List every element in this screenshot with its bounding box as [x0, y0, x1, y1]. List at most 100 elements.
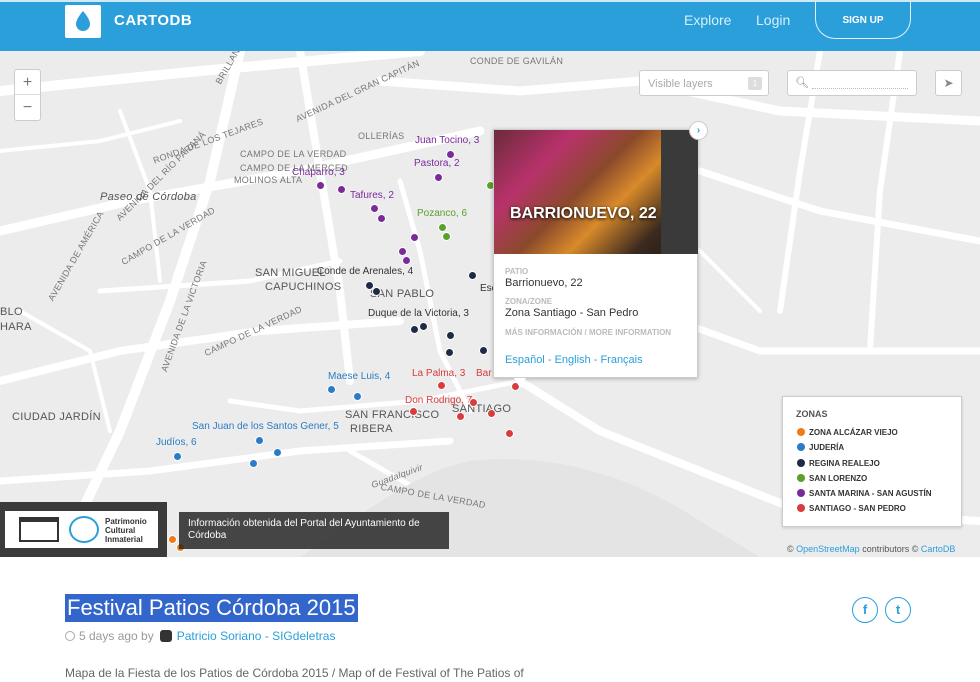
- map-marker[interactable]: [410, 325, 419, 334]
- poi-label: La Palma, 3: [412, 368, 466, 379]
- poi-label: Bar: [476, 368, 492, 379]
- info-overlay: Información obtenida del Portal del Ayun…: [179, 512, 449, 549]
- street-label: RIBERA: [350, 423, 393, 435]
- link-english[interactable]: English: [555, 354, 591, 366]
- poi-label: Judíos, 6: [156, 437, 197, 448]
- map-marker[interactable]: [479, 346, 488, 355]
- nav-login[interactable]: Login: [756, 12, 790, 28]
- author-link[interactable]: Patricio Soriano - SIGdeletras: [177, 629, 336, 643]
- legend-swatch: [797, 474, 805, 482]
- twitter-share-button[interactable]: t: [885, 597, 911, 623]
- clock-icon: [65, 631, 75, 641]
- map-marker[interactable]: [398, 247, 407, 256]
- zone-value: Zona Santiago - San Pedro: [505, 307, 639, 319]
- drop-icon: [76, 11, 90, 31]
- legend-label: SAN LORENZO: [809, 474, 868, 483]
- signup-button[interactable]: SIGN UP: [815, 2, 911, 39]
- cartodb-link[interactable]: CartoDB: [921, 544, 956, 554]
- map-marker[interactable]: [255, 436, 264, 445]
- map-marker[interactable]: [337, 185, 346, 194]
- street-label: CIUDAD JARDÍN: [12, 411, 101, 423]
- legend-item: JUDERÍA: [797, 443, 844, 452]
- openstreetmap-link[interactable]: OpenStreetMap: [796, 544, 860, 554]
- legend-item: SAN LORENZO: [797, 474, 867, 483]
- map-marker[interactable]: [446, 150, 455, 159]
- map-marker[interactable]: [469, 398, 478, 407]
- map-marker[interactable]: [402, 256, 411, 265]
- search-input[interactable]: [812, 77, 908, 89]
- paper-plane-icon: ➤: [943, 76, 954, 90]
- poi-label: Conde de Arenales, 4: [317, 266, 414, 277]
- map-marker[interactable]: [437, 381, 446, 390]
- map-marker[interactable]: [446, 331, 455, 340]
- time-ago: 5 days ago by: [79, 629, 154, 643]
- attribution-prefix: ©: [787, 544, 794, 554]
- attribution-middle: contributors ©: [862, 544, 919, 554]
- poi-label: Don Rodrigo, 7: [405, 395, 473, 406]
- cartodb-logo[interactable]: [65, 5, 101, 38]
- map-marker[interactable]: [409, 407, 418, 416]
- visible-layers-selector[interactable]: Visible layers 1: [639, 70, 769, 96]
- street-label: OLLERÍAS: [358, 131, 405, 141]
- street-label: CAMPO DE LA VERDAD: [240, 149, 347, 159]
- patio-photo: BARRIONUEVO, 22: [494, 130, 698, 254]
- map-marker[interactable]: [353, 392, 362, 401]
- map-marker[interactable]: [442, 232, 451, 241]
- map-marker[interactable]: [327, 385, 336, 394]
- poi-label: Tafures, 2: [350, 190, 394, 201]
- poi-label: Duque de la Victoria, 3: [368, 308, 469, 319]
- link-french[interactable]: Français: [600, 354, 642, 366]
- map-marker[interactable]: [410, 233, 419, 242]
- logo-text[interactable]: CARTODB: [114, 12, 192, 29]
- layers-count-badge: 1: [748, 77, 762, 90]
- page-title: Festival Patios Córdoba 2015: [65, 594, 358, 622]
- search-icon: 🔍︎: [795, 77, 809, 89]
- map-marker[interactable]: [468, 271, 477, 280]
- badge-text: Patrimonio Cultural Inmaterial: [105, 517, 147, 544]
- map-marker[interactable]: [370, 204, 379, 213]
- patio-value: Barrionuevo, 22: [505, 277, 583, 289]
- legend-item: SANTA MARINA - SAN AGUSTÍN: [797, 489, 932, 498]
- legend-swatch: [797, 459, 805, 467]
- popup-next-button[interactable]: ›: [689, 121, 708, 140]
- link-spanish[interactable]: Español: [505, 354, 545, 366]
- map-meta: 5 days ago by Patricio Soriano - SIGdelet…: [65, 629, 335, 643]
- map-marker[interactable]: [168, 535, 177, 544]
- facebook-share-button[interactable]: f: [852, 597, 878, 623]
- more-info-label: MÁS INFORMACIÓN / MORE INFORMATION: [505, 328, 672, 337]
- map-marker[interactable]: [273, 448, 282, 457]
- avatar[interactable]: [159, 630, 172, 642]
- zoom-in-button[interactable]: +: [15, 70, 40, 95]
- poi-label: San Juan de los Santos Gener, 5: [192, 421, 339, 432]
- map-marker[interactable]: [434, 173, 443, 182]
- legend-item: REGINA REALEJO: [797, 459, 880, 468]
- map-marker[interactable]: [487, 409, 496, 418]
- legend-item: ZONA ALCÁZAR VIEJO: [797, 428, 898, 437]
- map-marker[interactable]: [316, 181, 325, 190]
- street-label: SAN MIGUEL: [255, 267, 326, 279]
- poi-label: Maese Luis, 4: [328, 371, 391, 382]
- map-marker[interactable]: [445, 348, 454, 357]
- zone-label: ZONA/ZONE: [505, 297, 553, 306]
- patio-label: PATIO: [505, 267, 529, 276]
- map-marker[interactable]: [372, 287, 381, 296]
- map-marker[interactable]: [456, 412, 465, 421]
- map-marker[interactable]: [249, 459, 258, 468]
- heritage-emblem-icon: [69, 516, 99, 543]
- legend-label: ZONA ALCÁZAR VIEJO: [809, 428, 898, 437]
- map-marker[interactable]: [377, 214, 386, 223]
- map-marker[interactable]: [173, 452, 182, 461]
- share-button[interactable]: ➤: [935, 70, 962, 96]
- zoom-control: + −: [14, 69, 41, 121]
- nav-explore[interactable]: Explore: [684, 12, 731, 28]
- zoom-out-button[interactable]: −: [15, 95, 40, 120]
- map-canvas[interactable]: BRILLANTE AVENIDA DEL GRAN CAPITÁN AVENI…: [0, 51, 980, 557]
- language-links: Español - English - Français: [505, 354, 643, 366]
- legend-swatch: [797, 489, 805, 497]
- photo-dark-strip: [661, 130, 698, 254]
- street-label: HARA: [0, 321, 32, 333]
- map-marker[interactable]: [419, 322, 428, 331]
- map-marker[interactable]: [438, 223, 447, 232]
- map-marker[interactable]: [505, 429, 514, 438]
- legend-swatch: [797, 443, 805, 451]
